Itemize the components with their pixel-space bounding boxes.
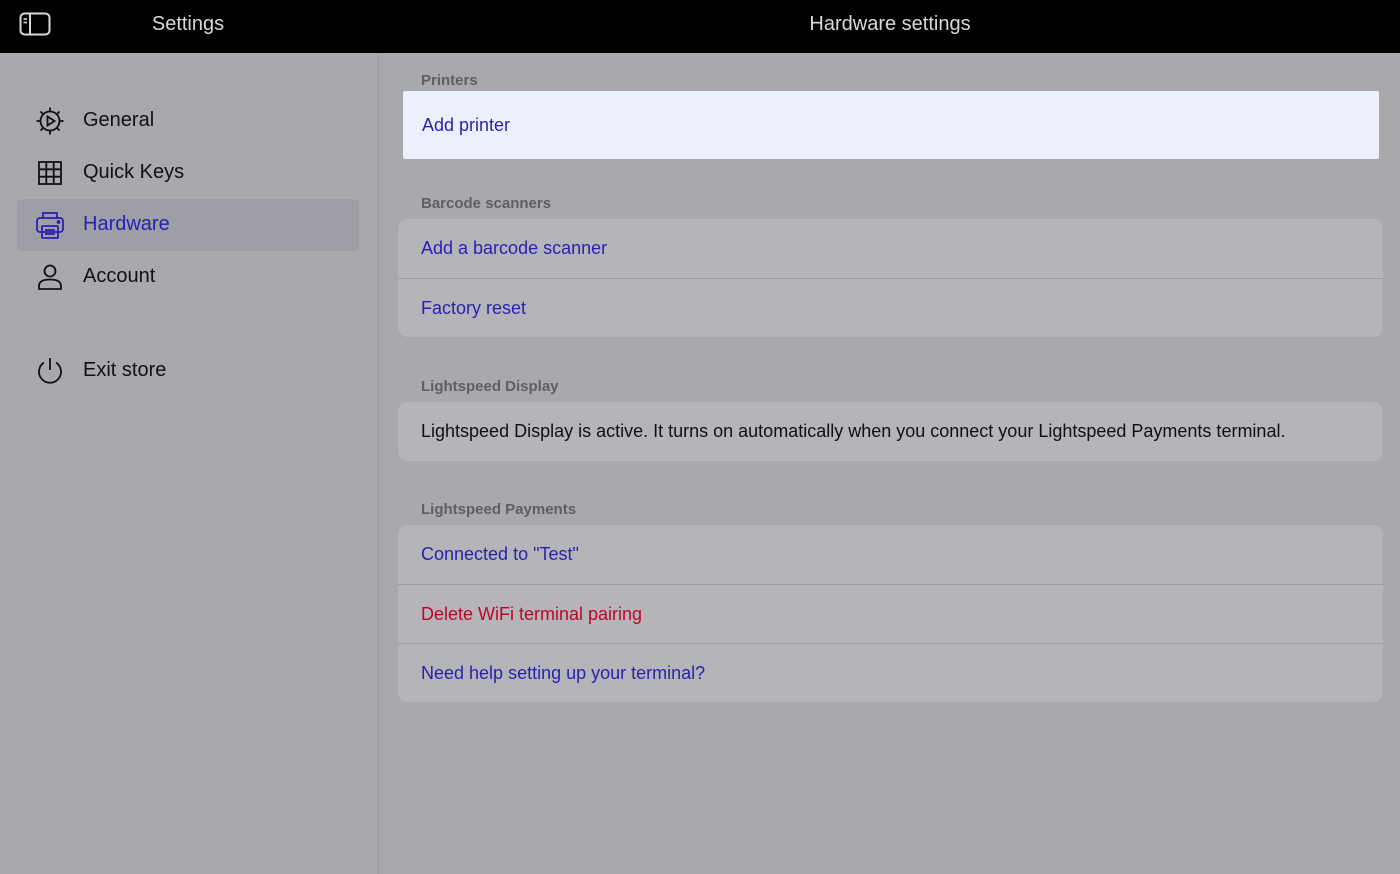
section-title-barcode-scanners: Barcode scanners bbox=[421, 195, 552, 212]
add-barcode-scanner-button[interactable]: Add a barcode scanner bbox=[398, 219, 1383, 278]
delete-terminal-pairing-button[interactable]: Delete WiFi terminal pairing bbox=[398, 584, 1383, 643]
gear-icon bbox=[34, 105, 66, 137]
sidebar-item-quick-keys[interactable]: Quick Keys bbox=[17, 147, 359, 199]
sidebar-item-label: Quick Keys bbox=[83, 161, 185, 183]
sidebar-item-exit-store[interactable]: Exit store bbox=[17, 345, 359, 397]
lightspeed-payments-card: Connected to "Test" Delete WiFi terminal… bbox=[398, 525, 1383, 702]
main-content: Printers Add printer Barcode scanners Ad… bbox=[380, 53, 1400, 874]
barcode-scanners-card: Add a barcode scanner Factory reset bbox=[398, 219, 1383, 337]
terminal-help-link[interactable]: Need help setting up your terminal? bbox=[398, 643, 1383, 702]
section-title-printers: Printers bbox=[421, 72, 478, 89]
sidebar: General Quick Keys Hardware Account Exit… bbox=[0, 53, 379, 874]
sidebar-item-hardware[interactable]: Hardware bbox=[17, 199, 359, 251]
sidebar-item-label: Account bbox=[83, 265, 156, 287]
sidebar-item-label: General bbox=[83, 109, 155, 131]
user-icon bbox=[34, 261, 66, 293]
sidebar-item-label: Exit store bbox=[83, 359, 167, 381]
add-printer-button[interactable]: Add printer bbox=[403, 91, 1379, 159]
sidebar-item-account[interactable]: Account bbox=[17, 251, 359, 303]
factory-reset-button[interactable]: Factory reset bbox=[398, 278, 1383, 337]
page-title: Hardware settings bbox=[809, 13, 971, 35]
display-status-text: Lightspeed Display is active. It turns o… bbox=[421, 421, 1286, 441]
lightspeed-display-card: Lightspeed Display is active. It turns o… bbox=[398, 402, 1383, 461]
sidebar-item-label: Hardware bbox=[83, 213, 170, 235]
connected-terminal-link[interactable]: Connected to "Test" bbox=[398, 525, 1383, 584]
section-title-lightspeed-payments: Lightspeed Payments bbox=[421, 501, 577, 518]
printer-icon bbox=[34, 209, 66, 241]
grid-icon bbox=[34, 157, 66, 189]
section-title-lightspeed-display: Lightspeed Display bbox=[421, 378, 559, 395]
top-bar: Settings Hardware settings bbox=[0, 0, 1400, 53]
sidebar-item-general[interactable]: General bbox=[17, 95, 359, 147]
power-icon bbox=[34, 355, 66, 387]
sidebar-title: Settings bbox=[151, 13, 225, 35]
